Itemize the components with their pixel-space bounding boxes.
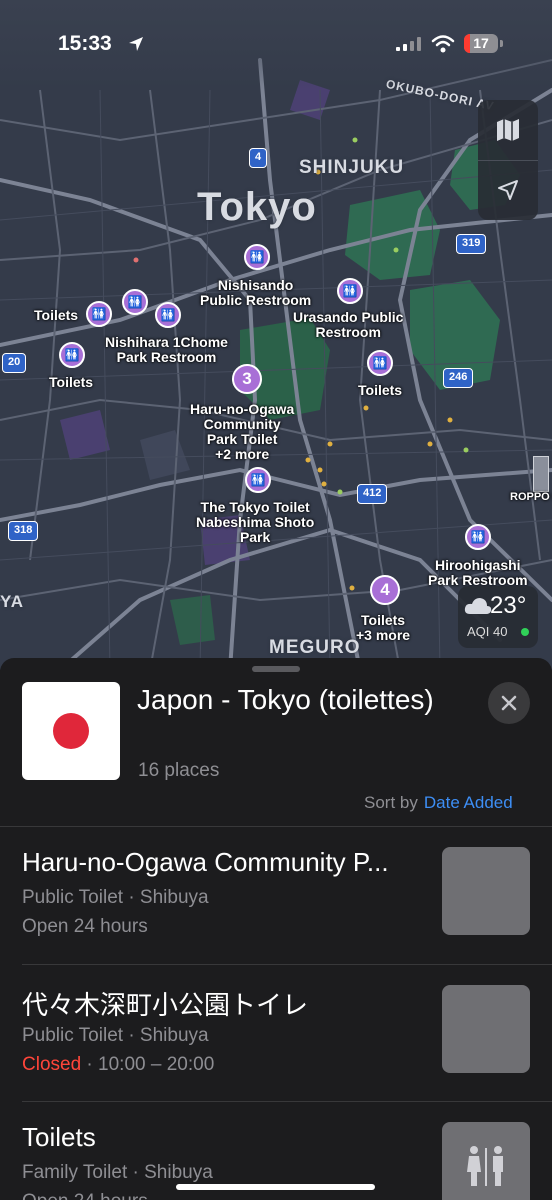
- place-thumbnail: [442, 1122, 530, 1200]
- place-category: Public Toilet · Shibuya: [22, 887, 209, 908]
- weather-widget[interactable]: 23° AQI 40: [458, 586, 538, 648]
- place-label-nishihara: Nishihara 1Chome Park Restroom: [105, 334, 228, 365]
- place-hours: Open 24 hours: [22, 1191, 148, 1200]
- opening-hours: · 10:00 – 20:00: [81, 1054, 215, 1075]
- place-label-nishisando: Nishisando Public Restroom: [200, 277, 312, 308]
- signal-icon: [396, 37, 421, 51]
- map-view[interactable]: Tokyo SHINJUKU MEGURO OKUBO-DORI AV YA 4…: [0, 0, 552, 670]
- pin-toilets-a[interactable]: 🚻: [86, 301, 112, 327]
- cluster-harunoogawa[interactable]: 3: [232, 364, 262, 394]
- status-bar: 15:33 17: [0, 0, 552, 90]
- restroom-icon: 🚻: [249, 250, 265, 264]
- japan-flag-image: [22, 682, 120, 780]
- restroom-icon: 🚻: [91, 307, 107, 321]
- battery-indicator: 17: [464, 34, 498, 53]
- road-shield-4: 4: [249, 148, 268, 168]
- guide-sheet: Japon - Tokyo (toilettes) 16 places Sort…: [0, 658, 552, 1200]
- restroom-icon: 🚻: [372, 356, 388, 370]
- close-icon: [501, 695, 517, 711]
- pin-nishihara[interactable]: 🚻: [155, 302, 181, 328]
- road-shield-318: 318: [8, 521, 39, 541]
- pin-toilets-b[interactable]: 🚻: [59, 342, 85, 368]
- restroom-icon: 🚻: [64, 348, 80, 362]
- place-hours: Closed · 10:00 – 20:00: [22, 1054, 214, 1076]
- wifi-icon: [431, 35, 455, 53]
- edge-label-ya: YA: [0, 592, 25, 611]
- place-label-toilets-cluster: Toilets +3 more: [356, 612, 411, 643]
- road-shield-319: 319: [456, 234, 487, 254]
- pin-urasando[interactable]: 🚻: [337, 278, 363, 304]
- place-name: Haru-no-Ogawa Community P...: [22, 847, 389, 877]
- list-item[interactable]: 代々木深町小公園トイレ Public Toilet · Shibuya Clos…: [0, 965, 552, 1102]
- map-icon: [497, 119, 519, 141]
- closed-status: Closed: [22, 1054, 82, 1075]
- place-label-harunoogawa: Haru-no-Ogawa Community Park Toilet +2 m…: [190, 401, 295, 462]
- district-label-meguro: MEGURO: [269, 637, 361, 658]
- city-label-tokyo: Tokyo: [197, 185, 317, 229]
- sort-value[interactable]: Date Added: [424, 793, 513, 812]
- pin-restroom[interactable]: 🚻: [122, 289, 148, 315]
- place-hours: Open 24 hours: [22, 916, 148, 937]
- cluster-toilets[interactable]: 4: [370, 575, 400, 605]
- pin-nishisando[interactable]: 🚻: [244, 244, 270, 270]
- place-label-hiroohigashi: Hiroohigashi Park Restroom: [428, 557, 528, 588]
- restroom-icon: 🚻: [127, 295, 143, 309]
- restroom-icon: 🚻: [160, 308, 176, 322]
- pin-nabeshima[interactable]: 🚻: [245, 467, 271, 493]
- sort-label: Sort by: [364, 793, 418, 812]
- guide-title: Japon - Tokyo (toilettes): [137, 684, 434, 715]
- restroom-icon: [467, 1146, 503, 1186]
- place-label-roppongi: ROPPO HILLS M TOWE: [510, 491, 552, 503]
- pin-hiroohigashi[interactable]: 🚻: [465, 524, 491, 550]
- battery-level: 17: [473, 35, 489, 51]
- location-icon: [498, 180, 518, 200]
- battery-nub: [500, 40, 503, 47]
- place-thumbnail: [442, 985, 530, 1073]
- sort-control[interactable]: Sort by Date Added: [364, 793, 513, 813]
- place-label-toilets-b: Toilets: [49, 374, 94, 390]
- place-label-toilets-c: Toilets: [358, 382, 403, 398]
- district-label-shinjuku: SHINJUKU: [299, 157, 405, 178]
- aqi-status-dot: [521, 628, 529, 636]
- place-category: Family Toilet · Shibuya: [22, 1162, 213, 1183]
- place-label-urasando: Urasando Public Restroom: [293, 309, 404, 340]
- status-time: 15:33: [58, 32, 112, 55]
- location-arrow-icon: [129, 37, 143, 51]
- place-label-toilets-a: Toilets: [34, 307, 79, 323]
- list-item[interactable]: Haru-no-Ogawa Community P... Public Toil…: [0, 827, 552, 964]
- place-thumbnail: [442, 847, 530, 935]
- place-label-nabeshima: The Tokyo Toilet Nabeshima Shoto Park: [196, 499, 315, 545]
- restroom-icon: 🚻: [470, 530, 486, 544]
- restroom-icon: 🚻: [342, 284, 358, 298]
- place-name: 代々木深町小公園トイレ: [22, 990, 309, 1020]
- close-button[interactable]: [488, 682, 530, 724]
- road-shield-20: 20: [2, 353, 27, 373]
- place-category: Public Toilet · Shibuya: [22, 1025, 209, 1046]
- map-mode-button[interactable]: [478, 100, 538, 160]
- road-shield-412: 412: [357, 484, 388, 504]
- flag-disc: [53, 713, 89, 749]
- road-shield-246: 246: [443, 368, 474, 388]
- roppongi-hills-building-icon: [533, 456, 549, 492]
- cloud-icon: [464, 598, 492, 614]
- home-indicator[interactable]: [176, 1184, 375, 1190]
- place-name: Toilets: [22, 1122, 96, 1152]
- map-controls: [478, 100, 538, 220]
- restroom-icon: 🚻: [250, 473, 266, 487]
- pin-toilets-c[interactable]: 🚻: [367, 350, 393, 376]
- guide-place-count: 16 places: [138, 760, 220, 781]
- weather-temperature: 23°: [490, 592, 527, 619]
- locate-me-button[interactable]: [478, 160, 538, 220]
- sheet-grabber[interactable]: [252, 666, 300, 672]
- air-quality-index: AQI 40: [467, 624, 508, 639]
